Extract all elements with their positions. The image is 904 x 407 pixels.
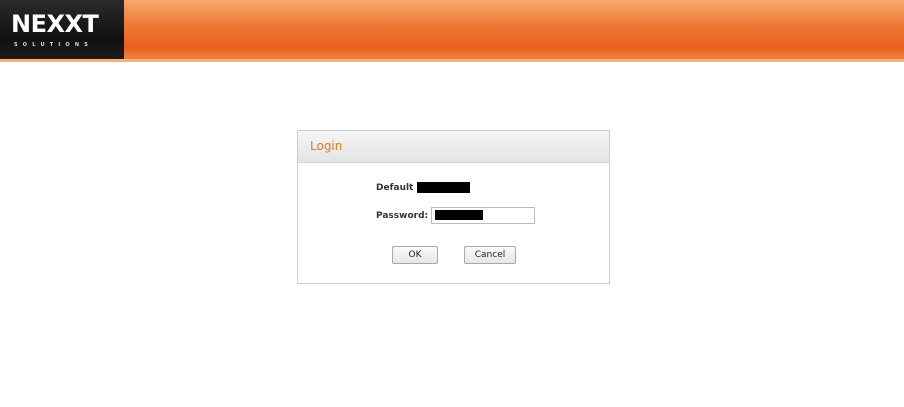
password-label: Password:: [376, 211, 429, 221]
cancel-button[interactable]: Cancel: [464, 246, 516, 264]
login-title: Login: [310, 139, 343, 153]
password-field[interactable]: [431, 207, 535, 224]
ok-button[interactable]: OK: [392, 246, 438, 264]
login-panel: Login Default Password: OK Cancel: [297, 130, 610, 284]
default-label: Default: [376, 183, 414, 193]
logo-subtext: SOLUTIONS: [14, 42, 94, 48]
default-value-redacted: [417, 182, 470, 193]
brand-logo: NEXXT SOLUTIONS: [0, 0, 124, 62]
login-header: Login: [298, 131, 609, 163]
password-value-redacted: [435, 210, 483, 220]
header-bar: NEXXT SOLUTIONS: [0, 0, 904, 62]
logo-text: NEXXT: [11, 10, 99, 38]
